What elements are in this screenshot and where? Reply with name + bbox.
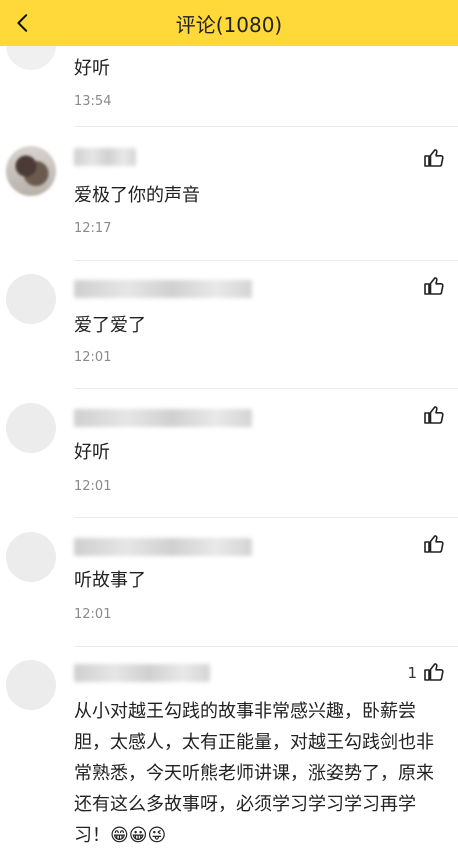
avatar[interactable] (6, 146, 56, 196)
avatar[interactable] (6, 660, 56, 710)
comment-text: 爱极了你的声音 (74, 185, 200, 206)
thumbs-up-icon[interactable] (422, 660, 446, 684)
comment-time: 12:01 (74, 607, 112, 622)
comment-time: 13:54 (74, 94, 112, 109)
thumbs-up-icon[interactable] (422, 146, 446, 170)
username-blurred[interactable] (74, 409, 252, 427)
thumbs-up-icon[interactable] (422, 532, 446, 556)
comment-text: 从小对越王勾践的故事非常感兴趣，卧薪尝胆，太感人，太有正能量，对越王勾践剑也非常… (74, 701, 434, 846)
like-count: 1 (407, 664, 417, 682)
divider (74, 126, 458, 127)
comment-time: 12:01 (74, 350, 112, 365)
comment-text: 爱了爱了 (74, 315, 146, 336)
comment-item: 1 从小对越王勾践的故事非常感兴趣，卧薪尝胆，太感人，太有正能量，对越王勾践剑也… (0, 646, 458, 846)
comment-text: 听故事了 (74, 570, 146, 591)
avatar[interactable] (6, 274, 56, 324)
avatar[interactable] (6, 403, 56, 453)
username-blurred[interactable] (74, 280, 252, 298)
username-blurred[interactable] (74, 664, 210, 682)
back-button[interactable] (8, 8, 38, 38)
comment-time: 12:17 (74, 221, 112, 236)
comment-text: 好听 (74, 442, 110, 463)
page-title: 评论(1080) (175, 12, 283, 37)
comment-item: 爱极了你的声音 12:17 (0, 128, 458, 261)
username-blurred[interactable] (74, 148, 136, 166)
top-bar: 评论(1080) (0, 0, 458, 46)
thumbs-up-icon[interactable] (422, 403, 446, 427)
comment-item: 爱了爱了 12:01 (0, 260, 458, 389)
comment-item: 好听 12:01 (0, 389, 458, 518)
comment-text: 好听 (74, 58, 110, 79)
username-blurred[interactable] (74, 538, 252, 556)
chevron-left-icon (17, 14, 28, 32)
thumbs-up-icon[interactable] (422, 274, 446, 298)
avatar[interactable] (6, 532, 56, 582)
comment-time: 12:01 (74, 479, 112, 494)
comment-item: 听故事了 12:01 (0, 518, 458, 647)
